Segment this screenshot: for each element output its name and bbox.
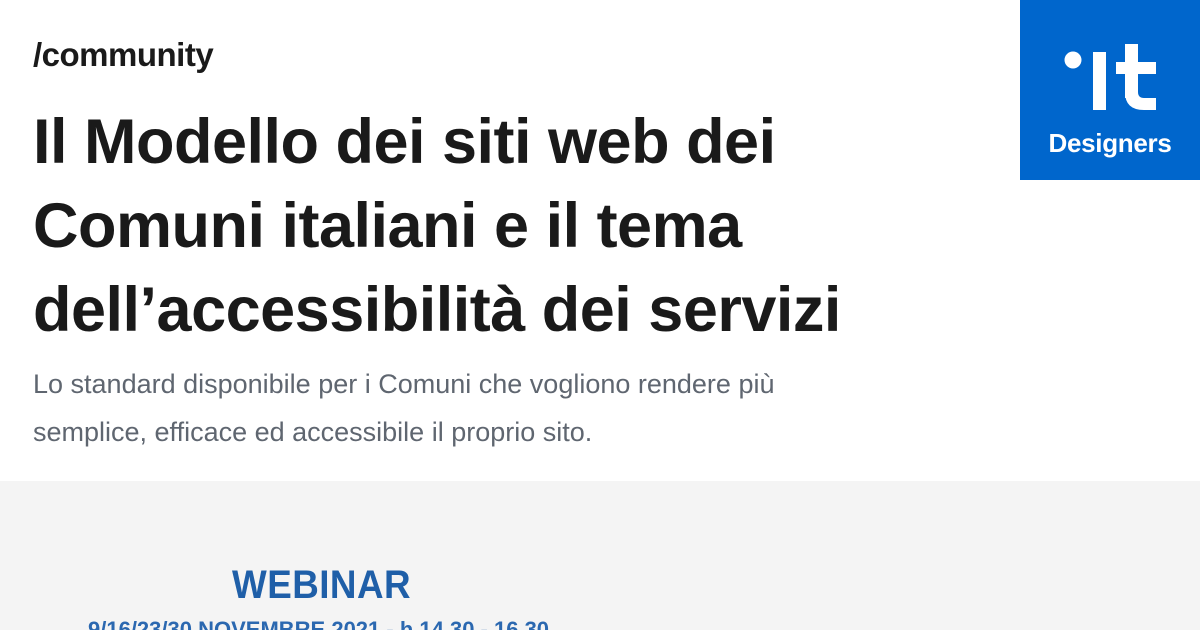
designers-italia-logo[interactable]: Designers: [1020, 0, 1200, 180]
webinar-label: WEBINAR: [232, 563, 412, 607]
article-preview-image: WEBINAR 9/16/23/30 NOVEMBRE 2021 - h 14.…: [0, 481, 1200, 630]
dot-it-logo-icon: [1064, 44, 1156, 110]
page-subtitle: Lo standard disponibile per i Comuni che…: [33, 369, 775, 447]
webinar-dates: 9/16/23/30 NOVEMBRE 2021 - h 14.30 - 16.…: [88, 617, 550, 630]
category-link[interactable]: /community: [33, 36, 214, 74]
logo-text: Designers: [1048, 128, 1172, 158]
page-title: Il Modello dei siti web dei Comuni itali…: [33, 107, 841, 345]
